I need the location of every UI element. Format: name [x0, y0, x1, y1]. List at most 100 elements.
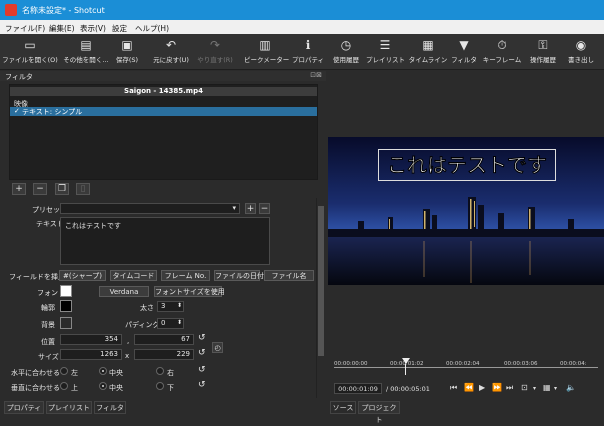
halign-right-radio[interactable] [156, 367, 164, 375]
copy-filter-button[interactable]: ❐ [55, 183, 69, 195]
window-title: 名称未設定* - Shotcut [22, 6, 105, 15]
zoom-dropdown-icon[interactable]: ▾ [533, 385, 536, 392]
delete-preset-button[interactable]: − [259, 203, 270, 214]
insert-frame-number-button[interactable]: フレーム No. [161, 270, 210, 281]
outline-color-swatch[interactable] [60, 300, 72, 312]
ruler-label: 00:00:02:04 [446, 361, 480, 367]
reset-valign-icon[interactable]: ↺ [198, 380, 206, 390]
menu-edit[interactable]: 編集(E) [49, 23, 75, 34]
filter-item-text-simple[interactable]: ✓ テキスト: シンプル [10, 107, 317, 116]
peak-meter-button[interactable]: ▥ ピークメーター [244, 36, 289, 68]
menu-help[interactable]: ヘルプ(H) [135, 23, 169, 34]
tab-playlist[interactable]: プレイリスト [46, 401, 92, 414]
filter-enabled-check-icon[interactable]: ✓ [14, 107, 20, 115]
menu-file[interactable]: ファイル(F) [5, 23, 45, 34]
size-separator: x [125, 352, 130, 360]
player-ruler[interactable]: 00:00:00:00 00:00:01:02 00:00:02:04 00:0… [334, 358, 598, 375]
save-button[interactable]: ▣ 保存(S) [112, 36, 142, 68]
menu-view[interactable]: 表示(V) [80, 23, 106, 34]
add-filter-button[interactable]: + [12, 183, 26, 195]
paste-icon: ▯ [80, 184, 86, 194]
copy-icon: ❐ [57, 184, 67, 194]
skip-next-icon[interactable]: ⏭ [506, 383, 513, 393]
properties-scrollbar[interactable] [316, 198, 324, 398]
fast-forward-icon[interactable]: ⏩ [492, 383, 502, 392]
thickness-spinbox[interactable]: 3 ⬍ [157, 301, 184, 312]
font-color-swatch[interactable] [60, 285, 72, 297]
rewind-icon[interactable]: ⏪ [464, 383, 474, 392]
video-preview[interactable]: これはテストです [328, 137, 604, 285]
volume-icon[interactable]: 🔈 [566, 383, 576, 392]
size-height-input[interactable]: 229 [134, 349, 194, 360]
background-label: 背景 [41, 321, 55, 329]
insert-timecode-button[interactable]: タイムコード [110, 270, 157, 281]
halign-center-radio[interactable] [99, 367, 107, 375]
ruler-label: 00:00:03:06 [504, 361, 538, 367]
preset-select[interactable]: ▾ [60, 203, 240, 214]
keyframes-icon: ⏱ [497, 38, 507, 52]
filter-button[interactable]: ▼ フィルタ [450, 36, 478, 68]
paste-filter-button[interactable]: ▯ [76, 183, 90, 195]
position-y-input[interactable]: 67 [134, 334, 194, 345]
play-icon[interactable]: ▶ [479, 383, 485, 392]
padding-spinbox[interactable]: 0 ⬍ [157, 318, 184, 329]
insert-file-name-button[interactable]: ファイル名 [264, 270, 314, 281]
menu-settings[interactable]: 設定 [112, 23, 127, 34]
reset-size-icon[interactable]: ↺ [198, 348, 206, 358]
current-time-input[interactable]: 00:00:01:09 [334, 383, 382, 394]
export-button[interactable]: ◉ 書き出し [564, 36, 598, 68]
use-font-size-button[interactable]: フォントサイズを使用 [154, 286, 225, 297]
operation-history-button[interactable]: ⚿ 操作履歴 [526, 36, 560, 68]
filter-panel-header: フィルタ ⊡⊠ [0, 71, 326, 81]
open-file-button[interactable]: ▭ ファイルを開く(O) [2, 36, 58, 68]
open-file-icon: ▭ [24, 38, 36, 52]
spin-arrows-icon: ⬍ [176, 302, 182, 309]
tab-source[interactable]: ソース [330, 401, 356, 414]
remove-filter-button[interactable]: − [33, 183, 47, 195]
undo-button[interactable]: ↶ 元に戻す(U) [150, 36, 192, 68]
insert-hash-button[interactable]: #(シャープ) [59, 270, 106, 281]
plus-icon: + [15, 184, 23, 194]
zoom-fit-icon[interactable]: ⊡ [521, 383, 528, 392]
filter-list[interactable]: Saigon - 14385.mp4 映像 ✓ テキスト: シンプル [9, 84, 318, 180]
size-width-input[interactable]: 1263 [60, 349, 122, 360]
timeline-button[interactable]: ▦ タイムライン [408, 36, 448, 68]
video-overlay-text: これはテストです [387, 153, 548, 178]
valign-center-radio[interactable] [99, 382, 107, 390]
redo-button[interactable]: ↷ やり直す(R) [194, 36, 236, 68]
ruler-label: 00:00:04: [560, 361, 587, 367]
size-label: サイズ [38, 353, 59, 361]
thickness-label: 太さ [140, 304, 154, 312]
tab-project[interactable]: プロジェクト [358, 401, 400, 424]
scrollbar-thumb[interactable] [318, 206, 324, 356]
valign-top-radio[interactable] [60, 382, 68, 390]
keyframes-button[interactable]: ⏱ キーフレーム [482, 36, 522, 68]
chevron-down-icon: ▾ [232, 204, 236, 212]
title-bar: 名称未設定* - Shotcut [0, 0, 604, 20]
filter-icon: ▼ [459, 38, 469, 52]
panel-float-close-icon[interactable]: ⊡⊠ [310, 71, 322, 79]
valign-bottom-radio[interactable] [156, 382, 164, 390]
playlist-button[interactable]: ☰ プレイリスト [366, 36, 405, 68]
font-family-button[interactable]: Verdana [99, 286, 149, 297]
save-preset-button[interactable]: + [245, 203, 256, 214]
peak-meter-icon: ▥ [259, 38, 271, 52]
position-x-input[interactable]: 354 [60, 334, 122, 345]
tab-properties[interactable]: プロパティ [4, 401, 44, 414]
minus-icon: − [36, 184, 44, 194]
tab-filters[interactable]: フィルタ [94, 401, 126, 414]
background-color-swatch[interactable] [60, 317, 72, 329]
open-other-button[interactable]: ▤ その他を開く… [62, 36, 110, 68]
properties-button[interactable]: ℹ プロパティ [290, 36, 326, 68]
halign-left-radio[interactable] [60, 367, 68, 375]
grid-dropdown-icon[interactable]: ▾ [554, 385, 557, 392]
text-input[interactable]: これはテストです [60, 217, 270, 265]
insert-file-date-button[interactable]: ファイルの日付 [214, 270, 264, 281]
reset-position-icon[interactable]: ↺ [198, 333, 206, 343]
aspect-lock-button[interactable]: ◴ [212, 342, 223, 353]
playhead-icon[interactable] [402, 358, 410, 364]
reset-halign-icon[interactable]: ↺ [198, 365, 206, 375]
grid-icon[interactable]: ▦ [543, 383, 551, 392]
skip-previous-icon[interactable]: ⏮ [450, 383, 457, 393]
history-button[interactable]: ◷ 使用履歴 [330, 36, 362, 68]
